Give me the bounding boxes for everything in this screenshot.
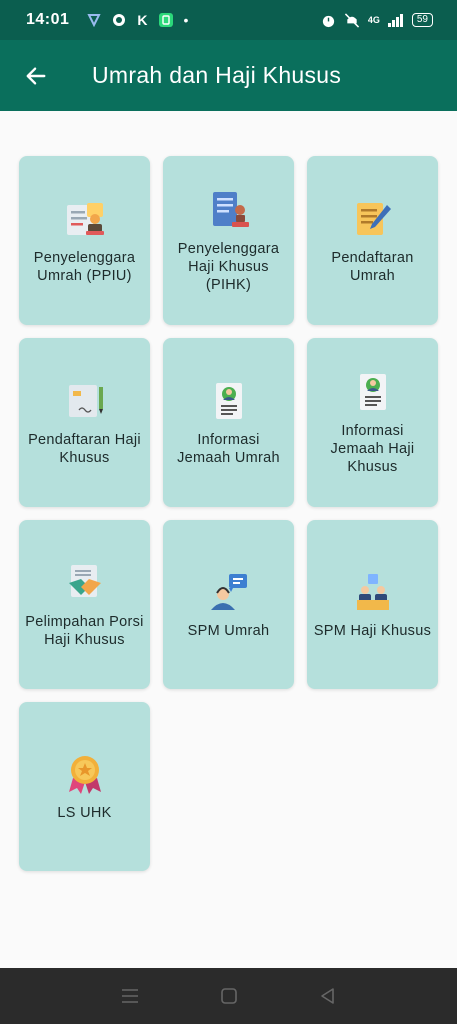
certificate-stamp-icon — [66, 202, 104, 235]
status-system-icons: 4G 59 — [321, 12, 433, 28]
menu-tile-label: LS UHK — [57, 804, 112, 821]
support-agent-icon — [210, 573, 247, 610]
arrow-left-icon — [26, 66, 46, 85]
menu-tile-informasi-jemaah-haji-khusus[interactable]: Informasi Jemaah Haji Khusus — [307, 338, 438, 507]
document-stamp-icon — [212, 191, 249, 227]
k-app-icon: K — [137, 12, 148, 28]
menu-tile-spm-haji-khusus[interactable]: SPM Haji Khusus — [307, 520, 438, 689]
menu-tile-pendaftaran-umrah[interactable]: Pendaftaran Umrah — [307, 156, 438, 325]
menu-tile-label: Pelimpahan Porsi Haji Khusus — [25, 613, 144, 648]
menu-tile-ppiu[interactable]: Penyelenggara Umrah (PPIU) — [19, 156, 150, 325]
menu-tile-label: SPM Umrah — [187, 622, 270, 639]
award-medal-icon — [68, 755, 101, 794]
menu-tile-label: SPM Haji Khusus — [313, 622, 432, 639]
status-bar: 14:01 K • 4G 59 — [0, 0, 457, 40]
menu-lines-icon — [121, 989, 138, 1003]
signal-label: 4G — [367, 15, 380, 25]
handshake-document-icon — [68, 564, 101, 597]
menu-tile-pelimpahan-porsi[interactable]: Pelimpahan Porsi Haji Khusus — [19, 520, 150, 689]
menu-grid: Penyelenggara Umrah (PPIU) Penyelenggara… — [19, 156, 439, 871]
menu-tile-ls-uhk[interactable]: LS UHK — [19, 702, 150, 871]
back-nav-button[interactable] — [316, 984, 340, 1008]
signal-icon — [387, 13, 403, 27]
back-button[interactable] — [24, 64, 48, 88]
app-bar: Umrah dan Haji Khusus — [0, 40, 457, 111]
document-signature-icon — [68, 384, 103, 417]
menu-tile-pendaftaran-haji-khusus[interactable]: Pendaftaran Haji Khusus — [19, 338, 150, 507]
home-button[interactable] — [217, 984, 241, 1008]
menu-tile-informasi-jemaah-umrah[interactable]: Informasi Jemaah Umrah — [163, 338, 294, 507]
menu-tile-label: Penyelenggara Haji Khusus (PIHK) — [177, 240, 280, 293]
alarm-icon — [322, 15, 334, 27]
battery-indicator: 59 — [411, 13, 433, 27]
status-time: 14:01 — [26, 11, 70, 28]
triangle-back-icon — [320, 988, 334, 1004]
recents-button[interactable] — [118, 984, 142, 1008]
system-nav-bar — [0, 968, 457, 1024]
app-notification-icon — [87, 14, 102, 27]
form-pencil-icon — [356, 202, 391, 235]
menu-tile-label: Penyelenggara Umrah (PPIU) — [33, 249, 136, 284]
green-app-icon — [158, 13, 173, 27]
menu-tile-label: Informasi Jemaah Umrah — [177, 431, 280, 466]
service-desk-icon — [356, 573, 389, 610]
target-icon — [113, 14, 126, 26]
status-notification-icons: K • — [87, 12, 188, 28]
menu-tile-label: Pendaftaran Haji Khusus — [28, 431, 141, 466]
page-title: Umrah dan Haji Khusus — [92, 62, 342, 88]
menu-tile-label: Informasi Jemaah Haji Khusus — [330, 422, 415, 475]
square-home-icon — [220, 988, 237, 1004]
menu-tile-label: Pendaftaran Umrah — [331, 249, 414, 284]
profile-card-icon — [359, 373, 386, 410]
dot-icon: • — [183, 12, 189, 28]
profile-card-icon — [215, 382, 242, 419]
menu-tile-pihk[interactable]: Penyelenggara Haji Khusus (PIHK) — [163, 156, 294, 325]
menu-tile-spm-umrah[interactable]: SPM Umrah — [163, 520, 294, 689]
mute-icon — [344, 12, 359, 28]
